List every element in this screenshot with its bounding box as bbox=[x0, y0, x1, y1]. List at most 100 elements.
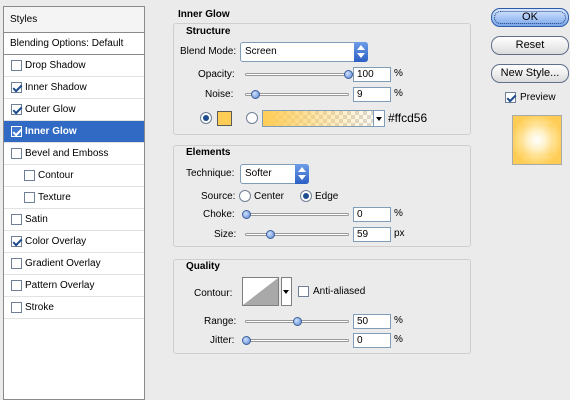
style-checkbox[interactable] bbox=[11, 60, 22, 71]
ok-button[interactable]: OK bbox=[491, 8, 569, 27]
contour-curve-icon bbox=[243, 278, 278, 305]
source-edge-radio[interactable] bbox=[300, 190, 312, 202]
size-label: Size: bbox=[214, 229, 237, 240]
jitter-input[interactable]: 0 bbox=[353, 333, 391, 348]
jitter-slider-thumb[interactable] bbox=[242, 336, 251, 345]
style-item-label: Color Overlay bbox=[25, 236, 87, 247]
technique-dropdown[interactable]: Softer bbox=[240, 164, 309, 184]
source-edge-label[interactable]: Edge bbox=[315, 191, 338, 202]
preview-checkbox[interactable] bbox=[505, 92, 516, 103]
solid-color-radio[interactable] bbox=[200, 112, 212, 124]
technique-value: Softer bbox=[245, 168, 272, 179]
noise-slider-thumb[interactable] bbox=[251, 90, 261, 99]
style-checkbox[interactable] bbox=[11, 148, 22, 159]
size-input[interactable]: 59 bbox=[353, 227, 391, 242]
style-item-label: Inner Shadow bbox=[25, 82, 87, 93]
style-preview-swatch bbox=[512, 115, 562, 165]
choke-slider[interactable] bbox=[242, 210, 349, 219]
elements-group: Elements Technique: Softer Source: Cente… bbox=[173, 145, 471, 247]
choke-label: Choke: bbox=[203, 209, 235, 220]
style-checkbox[interactable] bbox=[11, 258, 22, 269]
style-item[interactable]: Gradient Overlay bbox=[4, 253, 144, 275]
range-input[interactable]: 50 bbox=[353, 314, 391, 329]
range-slider-thumb[interactable] bbox=[293, 317, 302, 326]
size-slider-thumb[interactable] bbox=[266, 230, 276, 239]
style-item-label: Stroke bbox=[25, 302, 54, 313]
range-slider[interactable] bbox=[245, 317, 349, 326]
anti-aliased-label[interactable]: Anti-aliased bbox=[313, 286, 365, 297]
color-swatch[interactable] bbox=[217, 111, 232, 126]
style-item[interactable]: Inner Glow bbox=[4, 121, 144, 143]
style-checkbox[interactable] bbox=[11, 214, 22, 225]
choke-input[interactable]: 0 bbox=[353, 207, 391, 222]
blend-mode-dropdown[interactable]: Screen bbox=[240, 42, 368, 62]
style-checkbox[interactable] bbox=[11, 104, 22, 115]
size-slider[interactable] bbox=[245, 230, 349, 239]
opacity-slider-thumb[interactable] bbox=[344, 70, 353, 79]
reset-button[interactable]: Reset bbox=[491, 36, 569, 55]
jitter-unit: % bbox=[394, 334, 403, 345]
style-item-label: Pattern Overlay bbox=[25, 280, 95, 291]
styles-panel: Styles Blending Options: Default Drop Sh… bbox=[3, 6, 145, 400]
preview-label[interactable]: Preview bbox=[520, 92, 556, 103]
inner-glow-panel: Inner Glow Structure Blend Mode: Screen … bbox=[160, 0, 485, 400]
style-checkbox[interactable] bbox=[24, 192, 35, 203]
style-checkbox[interactable] bbox=[11, 302, 22, 313]
noise-input[interactable]: 9 bbox=[353, 87, 391, 102]
style-item[interactable]: Drop Shadow bbox=[4, 55, 144, 77]
gradient-radio[interactable] bbox=[246, 112, 258, 124]
style-checkbox[interactable] bbox=[24, 170, 35, 181]
style-item-label: Inner Glow bbox=[25, 126, 77, 137]
opacity-slider[interactable] bbox=[245, 70, 353, 79]
style-checkbox[interactable] bbox=[11, 280, 22, 291]
styles-header[interactable]: Styles bbox=[4, 7, 144, 33]
style-item-label: Texture bbox=[38, 192, 71, 203]
source-label: Source: bbox=[201, 191, 236, 202]
opacity-unit: % bbox=[394, 68, 403, 79]
chevron-updown-icon[interactable] bbox=[354, 42, 368, 62]
gradient-dropdown-icon[interactable] bbox=[373, 110, 385, 127]
range-label: Range: bbox=[204, 316, 237, 327]
technique-label: Technique: bbox=[186, 168, 235, 179]
opacity-input[interactable]: 100 bbox=[353, 67, 391, 82]
style-item[interactable]: Inner Shadow bbox=[4, 77, 144, 99]
glow-preview-icon bbox=[521, 124, 553, 156]
style-item[interactable]: Texture bbox=[4, 187, 144, 209]
blending-options-item[interactable]: Blending Options: Default bbox=[4, 33, 144, 55]
style-item-label: Contour bbox=[38, 170, 74, 181]
contour-dropdown-icon[interactable] bbox=[281, 277, 292, 306]
style-item-label: Drop Shadow bbox=[25, 60, 86, 71]
style-item-label: Outer Glow bbox=[25, 104, 76, 115]
blend-mode-label: Blend Mode: bbox=[180, 46, 237, 57]
style-checkbox[interactable] bbox=[11, 126, 22, 137]
contour-preview[interactable] bbox=[242, 277, 279, 306]
style-list: Drop Shadow Inner Shadow Outer Glow Inner G… bbox=[4, 55, 144, 319]
opacity-label: Opacity: bbox=[198, 69, 235, 80]
style-item[interactable]: Outer Glow bbox=[4, 99, 144, 121]
style-item[interactable]: Contour bbox=[4, 165, 144, 187]
style-item[interactable]: Bevel and Emboss bbox=[4, 143, 144, 165]
choke-slider-thumb[interactable] bbox=[242, 210, 251, 219]
chevron-updown-icon[interactable] bbox=[295, 164, 309, 184]
jitter-label: Jitter: bbox=[210, 335, 235, 346]
choke-unit: % bbox=[394, 208, 403, 219]
noise-slider[interactable] bbox=[245, 90, 349, 99]
style-item[interactable]: Pattern Overlay bbox=[4, 275, 144, 297]
style-item[interactable]: Satin bbox=[4, 209, 144, 231]
source-center-radio[interactable] bbox=[239, 190, 251, 202]
structure-group: Structure Blend Mode: Screen Opacity: 10… bbox=[173, 23, 471, 135]
style-item-label: Gradient Overlay bbox=[25, 258, 101, 269]
style-item[interactable]: Stroke bbox=[4, 297, 144, 319]
style-item-label: Bevel and Emboss bbox=[25, 148, 109, 159]
contour-label: Contour: bbox=[194, 288, 233, 299]
quality-group: Quality Contour: Anti-aliased Range: 50 … bbox=[173, 259, 471, 354]
style-checkbox[interactable] bbox=[11, 82, 22, 93]
source-center-label[interactable]: Center bbox=[254, 191, 284, 202]
noise-label: Noise: bbox=[205, 89, 234, 100]
anti-aliased-checkbox[interactable] bbox=[298, 286, 309, 297]
style-item[interactable]: Color Overlay bbox=[4, 231, 144, 253]
jitter-slider[interactable] bbox=[242, 336, 349, 345]
style-checkbox[interactable] bbox=[11, 236, 22, 247]
new-style-button[interactable]: New Style... bbox=[491, 64, 569, 83]
gradient-picker[interactable] bbox=[262, 110, 385, 127]
